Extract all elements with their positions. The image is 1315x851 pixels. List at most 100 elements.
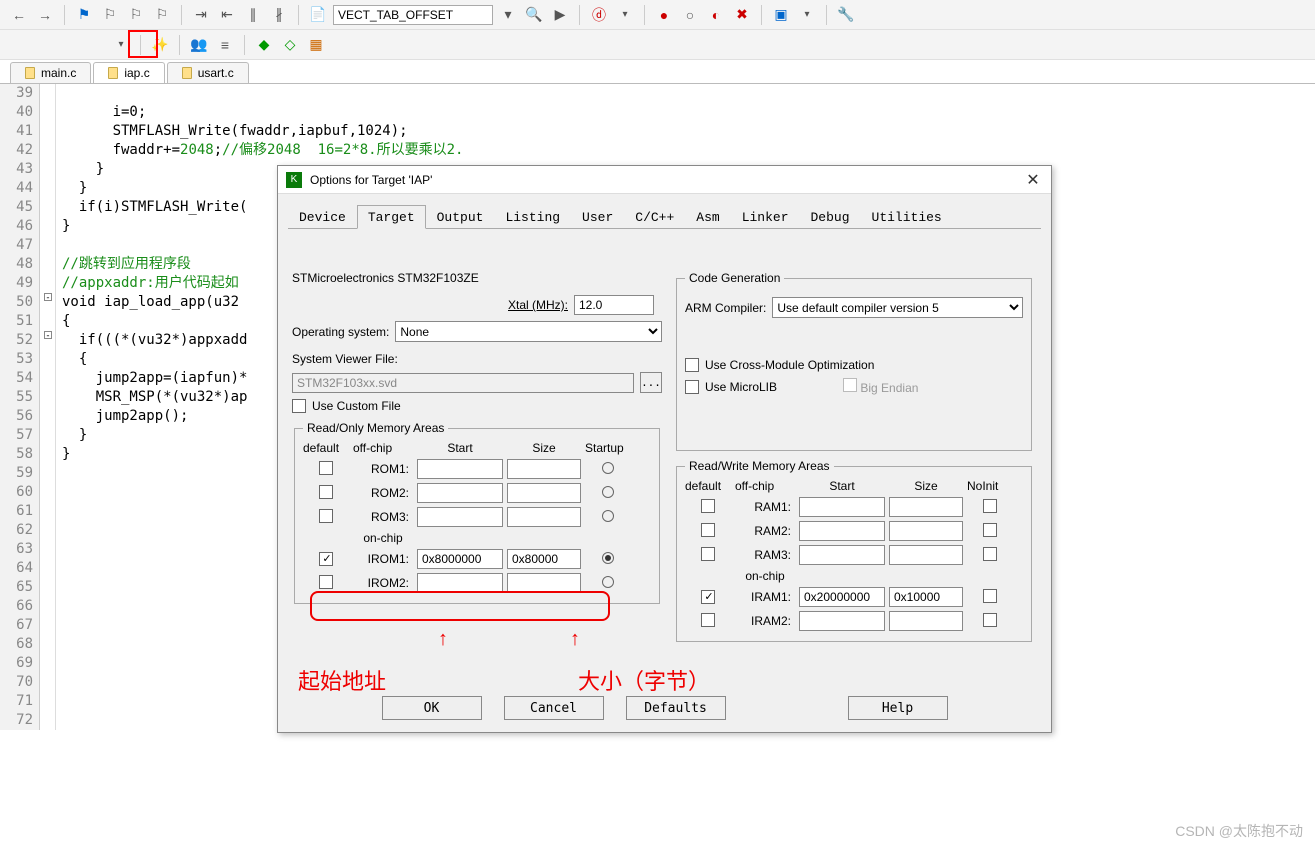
tab-output[interactable]: Output: [426, 205, 495, 229]
tab-debug[interactable]: Debug: [800, 205, 861, 229]
ram3-start-input[interactable]: [799, 545, 885, 565]
irom1-default-checkbox[interactable]: [319, 552, 333, 566]
comment-icon[interactable]: ∥: [242, 4, 264, 26]
iram2-noinit-checkbox[interactable]: [983, 613, 997, 627]
rom2-start-input[interactable]: [417, 483, 503, 503]
rom1-default-checkbox[interactable]: [319, 461, 333, 475]
uncomment-icon[interactable]: ∦: [268, 4, 290, 26]
defaults-button[interactable]: Defaults: [626, 696, 726, 720]
batch-icon[interactable]: ▦: [305, 34, 327, 56]
tab-listing[interactable]: Listing: [494, 205, 571, 229]
ram3-default-checkbox[interactable]: [701, 547, 715, 561]
bookmark-prev-icon[interactable]: ⚐: [99, 4, 121, 26]
rom2-size-input[interactable]: [507, 483, 581, 503]
rom2-default-checkbox[interactable]: [319, 485, 333, 499]
breakpoint-disable-icon[interactable]: ○: [679, 4, 701, 26]
tab-user[interactable]: User: [571, 205, 624, 229]
tab-linker[interactable]: Linker: [731, 205, 800, 229]
watermark: CSDN @太陈抱不动: [1175, 821, 1303, 841]
outdent-icon[interactable]: ⇤: [216, 4, 238, 26]
arm-compiler-label: ARM Compiler:: [685, 301, 766, 315]
tab-main-c[interactable]: main.c: [10, 62, 91, 83]
run-icon[interactable]: ▶: [549, 4, 571, 26]
ram2-start-input[interactable]: [799, 521, 885, 541]
tab-usart-c[interactable]: usart.c: [167, 62, 249, 83]
forward-icon[interactable]: →: [34, 4, 56, 26]
rom3-startup-radio[interactable]: [602, 510, 614, 522]
manage-icon[interactable]: 👥: [188, 34, 210, 56]
indent-icon[interactable]: ⇥: [190, 4, 212, 26]
xtal-input[interactable]: [574, 295, 654, 315]
back-icon[interactable]: ←: [8, 4, 30, 26]
use-custom-checkbox[interactable]: [292, 399, 306, 413]
ram3-size-input[interactable]: [889, 545, 963, 565]
irom2-size-input[interactable]: [507, 573, 581, 593]
rom3-default-checkbox[interactable]: [319, 509, 333, 523]
tab-target[interactable]: Target: [357, 205, 426, 229]
ram1-size-input[interactable]: [889, 497, 963, 517]
ram1-start-input[interactable]: [799, 497, 885, 517]
rom2-startup-radio[interactable]: [602, 486, 614, 498]
arm-compiler-select[interactable]: Use default compiler version 5: [772, 297, 1023, 318]
iram1-default-checkbox[interactable]: [701, 590, 715, 604]
ram2-size-input[interactable]: [889, 521, 963, 541]
crossmod-checkbox[interactable]: [685, 358, 699, 372]
svf-input: [292, 373, 634, 393]
tab-asm[interactable]: Asm: [685, 205, 730, 229]
iram2-size-input[interactable]: [889, 611, 963, 631]
build-icon[interactable]: ◆: [253, 34, 275, 56]
file-icon[interactable]: 📄: [307, 4, 329, 26]
iram1-noinit-checkbox[interactable]: [983, 589, 997, 603]
debug-dropdown-icon[interactable]: ▾: [614, 4, 636, 26]
rebuild-icon[interactable]: ◇: [279, 34, 301, 56]
microlib-checkbox[interactable]: [685, 380, 699, 394]
iram2-default-checkbox[interactable]: [701, 613, 715, 627]
os-select[interactable]: None: [395, 321, 662, 342]
search-input[interactable]: VECT_TAB_OFFSET: [333, 5, 493, 25]
help-button[interactable]: Help: [848, 696, 948, 720]
irom1-size-input[interactable]: [507, 549, 581, 569]
rom1-startup-radio[interactable]: [602, 462, 614, 474]
window-dropdown-icon[interactable]: ▾: [796, 4, 818, 26]
irom1-startup-radio[interactable]: [602, 552, 614, 564]
iram2-start-input[interactable]: [799, 611, 885, 631]
close-icon[interactable]: ✕: [1023, 170, 1043, 190]
config-icon[interactable]: 🔧: [835, 4, 857, 26]
ram3-noinit-checkbox[interactable]: [983, 547, 997, 561]
dialog-icon: K: [286, 172, 302, 188]
tab-device[interactable]: Device: [288, 205, 357, 229]
tab-iap-c[interactable]: iap.c: [93, 62, 164, 83]
bookmark-icon[interactable]: ⚑: [73, 4, 95, 26]
find-icon[interactable]: 🔍: [523, 4, 545, 26]
breakpoint-all-icon[interactable]: ◐: [705, 4, 727, 26]
iram1-start-input[interactable]: [799, 587, 885, 607]
ok-button[interactable]: OK: [382, 696, 482, 720]
cancel-button[interactable]: Cancel: [504, 696, 604, 720]
ram2-noinit-checkbox[interactable]: [983, 523, 997, 537]
rom1-start-input[interactable]: [417, 459, 503, 479]
breakpoint-kill-icon[interactable]: ✖: [731, 4, 753, 26]
irom2-start-input[interactable]: [417, 573, 503, 593]
breakpoint-icon[interactable]: ●: [653, 4, 675, 26]
svf-browse-button[interactable]: ...: [640, 372, 662, 393]
irom2-startup-radio[interactable]: [602, 576, 614, 588]
ram1-noinit-checkbox[interactable]: [983, 499, 997, 513]
ram2-default-checkbox[interactable]: [701, 523, 715, 537]
layers-icon[interactable]: ≡: [214, 34, 236, 56]
iram1-size-input[interactable]: [889, 587, 963, 607]
tab-utilities[interactable]: Utilities: [861, 205, 953, 229]
readonly-fieldset: Read/Only Memory Areas default off-chip …: [294, 421, 660, 604]
dropdown-icon[interactable]: ▾: [497, 4, 519, 26]
rom1-size-input[interactable]: [507, 459, 581, 479]
window-icon[interactable]: ▣: [770, 4, 792, 26]
ram1-default-checkbox[interactable]: [701, 499, 715, 513]
rom3-start-input[interactable]: [417, 507, 503, 527]
irom1-start-input[interactable]: [417, 549, 503, 569]
tab-cpp[interactable]: C/C++: [624, 205, 685, 229]
irom2-default-checkbox[interactable]: [319, 575, 333, 589]
debug-icon[interactable]: ⓓ: [588, 4, 610, 26]
toolbar-row-1: ← → ⚑ ⚐ ⚐ ⚐ ⇥ ⇤ ∥ ∦ 📄 VECT_TAB_OFFSET ▾ …: [0, 0, 1315, 30]
bookmark-clear-icon[interactable]: ⚐: [151, 4, 173, 26]
bookmark-next-icon[interactable]: ⚐: [125, 4, 147, 26]
rom3-size-input[interactable]: [507, 507, 581, 527]
